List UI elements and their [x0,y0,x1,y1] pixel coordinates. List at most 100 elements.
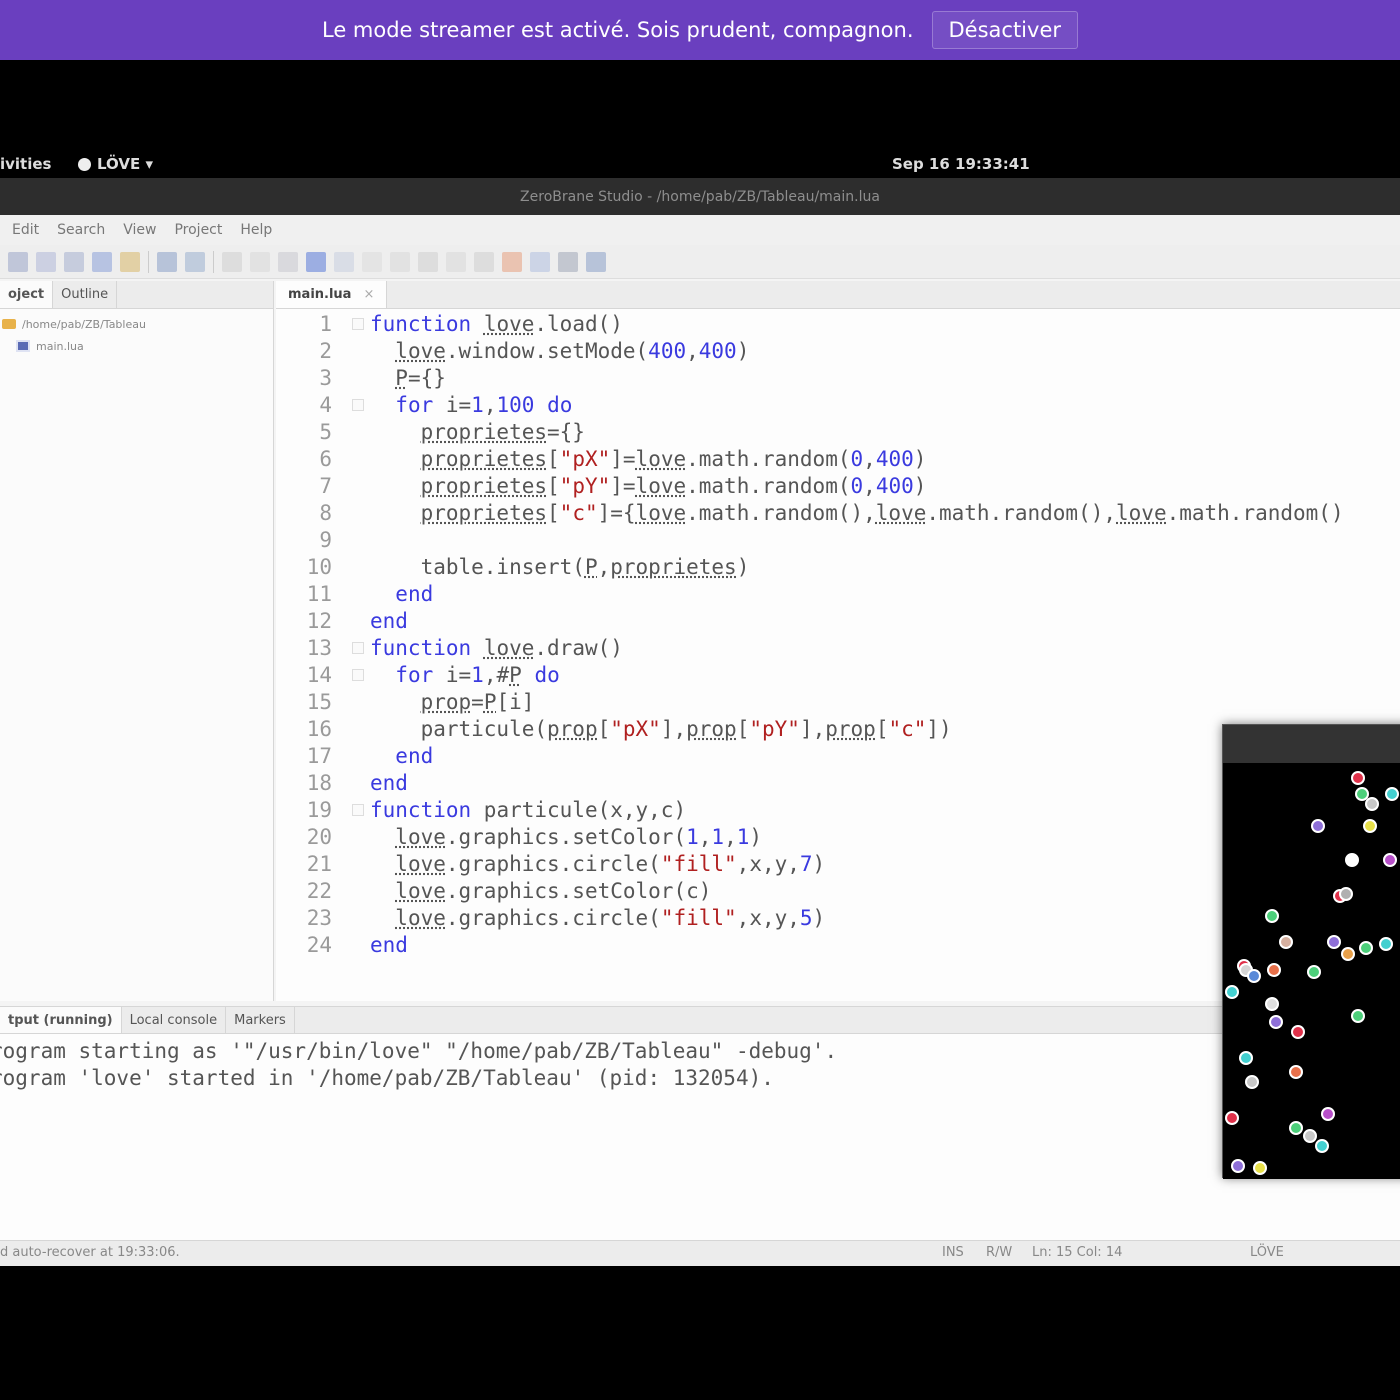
project-folder-label: /home/pab/ZB/Tableau [22,317,146,331]
redo-icon[interactable] [250,251,270,272]
line-number: 24 [306,933,332,957]
code-line-text: proprietes={} [420,420,585,444]
code-line-text: end [370,609,408,633]
console-icon[interactable] [586,251,606,272]
code-line[interactable]: 3 P={} [276,365,1400,392]
code-line-text: for i=1,100 do [395,393,573,417]
line-number: 2 [319,339,332,363]
toggle-breakpoint-icon[interactable] [502,251,522,272]
output-console[interactable]: rogram starting as '"/usr/bin/love" "/ho… [0,1034,1400,1240]
close-icon[interactable]: × [363,287,374,302]
step-icon[interactable] [362,251,382,272]
particle-dot [1239,1051,1253,1065]
menu-bar: Edit Search View Project Help [0,215,1400,245]
app-menu[interactable]: LÖVE ▾ [78,155,153,173]
particle-dot [1359,941,1373,955]
code-line[interactable]: 11 end [276,581,1400,608]
menu-edit[interactable]: Edit [12,222,39,238]
code-line[interactable]: 15 prop=P[i] [276,689,1400,716]
status-bar: d auto-recover at 19:33:06. INS R/W Ln: … [0,1240,1400,1266]
particle-dot [1341,947,1355,961]
run-to-cursor-icon[interactable] [446,251,466,272]
tab-markers[interactable]: Markers [226,1007,295,1033]
particle-dot [1385,787,1399,801]
line-number: 23 [306,906,332,930]
stop-icon[interactable] [334,251,354,272]
code-line[interactable]: 8 proprietes["c"]={love.math.random(),lo… [276,500,1400,527]
find-icon[interactable] [157,251,177,272]
editor-tabs: main.lua × [276,281,1400,309]
output-line: rogram starting as '"/usr/bin/love" "/ho… [0,1039,838,1063]
fold-marker-icon[interactable] [352,804,364,816]
watch-window-icon[interactable] [558,251,578,272]
tab-output[interactable]: tput (running) [0,1007,122,1033]
code-line[interactable]: 10 table.insert(P,proprietes) [276,554,1400,581]
line-number: 18 [306,771,332,795]
code-line[interactable]: 5 proprietes={} [276,419,1400,446]
code-line-text: function particule(x,y,c) [370,798,687,822]
love-canvas [1223,763,1400,1179]
save-all-icon[interactable] [92,251,112,272]
code-line-text: end [395,744,434,768]
tab-outline[interactable]: Outline [53,281,118,308]
code-line[interactable]: 14 for i=1,#P do [276,662,1400,689]
project-directory-icon[interactable] [120,251,140,272]
undo-icon[interactable] [222,251,242,272]
fold-marker-icon[interactable] [352,642,364,654]
menu-view[interactable]: View [123,222,156,238]
code-line[interactable]: 6 proprietes["pX"]=love.math.random(0,40… [276,446,1400,473]
code-line-text: proprietes["c"]={love.math.random(),love… [420,501,1344,525]
window-titlebar[interactable]: ZeroBrane Studio - /home/pab/ZB/Tableau/… [0,178,1400,215]
run-icon[interactable] [306,251,326,272]
particle-dot [1267,963,1281,977]
toolbar [0,245,1400,279]
fold-marker-icon[interactable] [352,399,364,411]
particle-dot [1265,909,1279,923]
love-game-window[interactable] [1222,724,1400,1179]
step-out-icon[interactable] [418,251,438,272]
debug-icon[interactable] [278,251,298,272]
activities-button[interactable]: ivities [0,155,51,173]
line-number: 11 [306,582,332,606]
step-over-icon[interactable] [390,251,410,272]
project-folder[interactable]: /home/pab/ZB/Tableau [2,313,273,335]
particle-dot [1365,797,1379,811]
code-line[interactable]: 13 function love.draw() [276,635,1400,662]
particle-dot [1225,1111,1239,1125]
code-line[interactable]: 12 end [276,608,1400,635]
code-line[interactable]: 7 proprietes["pY"]=love.math.random(0,40… [276,473,1400,500]
tab-local-console[interactable]: Local console [122,1007,227,1033]
replace-icon[interactable] [185,251,205,272]
fold-marker-icon[interactable] [352,318,364,330]
particle-dot [1363,819,1377,833]
editor-tab-label: main.lua [288,287,352,302]
code-line[interactable]: 4 for i=1,100 do [276,392,1400,419]
save-icon[interactable] [64,251,84,272]
open-file-icon[interactable] [36,251,56,272]
particle-dot [1279,935,1293,949]
fold-marker-icon[interactable] [352,669,364,681]
stack-window-icon[interactable] [530,251,550,272]
code-line[interactable]: 2 love.window.setMode(400,400) [276,338,1400,365]
menu-search[interactable]: Search [57,222,105,238]
code-line[interactable]: 1 function love.load() [276,311,1400,338]
line-number: 22 [306,879,332,903]
particle-dot [1345,853,1359,867]
clock[interactable]: Sep 16 19:33:41 [892,155,1030,173]
deactivate-button[interactable]: Désactiver [931,11,1078,49]
lua-file-icon [16,340,30,352]
tab-project[interactable]: oject [0,281,54,308]
new-file-icon[interactable] [8,251,28,272]
code-line-text: proprietes["pX"]=love.math.random(0,400) [420,447,927,471]
code-line-text: end [370,771,408,795]
code-line[interactable]: 9 [276,527,1400,554]
output-panel-tabs: tput (running) Local console Markers [0,1006,1400,1034]
break-icon[interactable] [474,251,494,272]
menu-help[interactable]: Help [240,222,272,238]
tab-main-lua[interactable]: main.lua × [276,281,388,308]
menu-project[interactable]: Project [174,222,222,238]
project-file[interactable]: main.lua [2,335,273,357]
love-window-titlebar[interactable] [1223,725,1400,763]
particle-dot [1231,1159,1245,1173]
code-line-text: love.graphics.setColor(c) [395,879,712,903]
